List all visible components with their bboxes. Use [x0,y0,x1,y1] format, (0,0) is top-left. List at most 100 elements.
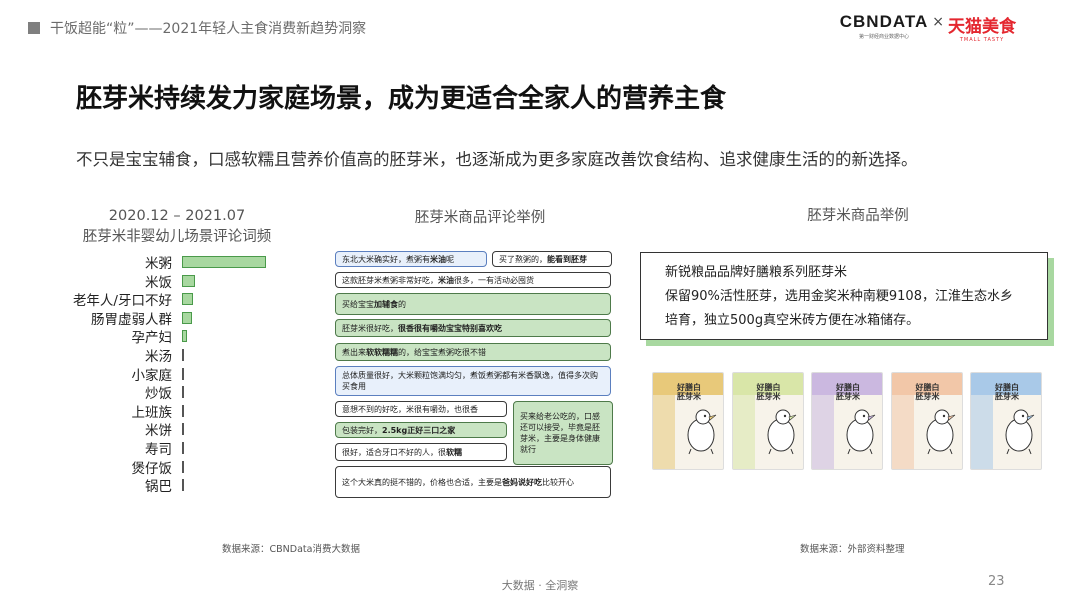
review-text: 包装完好， [342,425,382,435]
review-text: 买来给老公吃的，口感还可以接受，毕竟是胚芽米，主要是身体健康就行 [520,412,600,454]
page-number: 23 [988,574,1005,589]
product-package-title: 好膳白胚芽米 [836,383,860,401]
chart-bar [182,367,184,380]
chart-category-label: 米汤 [145,349,172,365]
review-highlight: 2.5kg正好三口之家 [382,425,456,435]
chart-category-label: 老年人/牙口不好 [72,293,172,310]
review-bubble: 胚芽米很好吃，很香很有嚼劲宝宝特别喜欢吃 [335,319,611,337]
review-text-tail: 的，给宝宝煮粥吃很不错 [398,347,486,357]
chart-bar [182,274,195,287]
review-highlight: 很香很有嚼劲宝宝特别喜欢吃 [398,323,502,333]
report-title: 干饭超能“粒”——2021年轻人主食消费新趋势洞察 [50,21,367,37]
tmall-logo: 天猫美食 TMALL TASTY [948,12,1016,43]
product-package-title: 好膳白胚芽米 [677,383,701,401]
review-bubble: 总体质量很好，大米颗粒饱满均匀，煮饭煮粥都有米香飘逸，值得多次购买食用 [335,366,611,396]
product-info-box: 新锐粮品品牌好膳粮系列胚芽米 保留90%活性胚芽，选用金奖米种南粳9108，江淮… [640,252,1048,340]
chart-title-line2: 胚芽米非婴幼儿场景评论词频 [82,229,272,245]
product-packages: 好膳白胚芽米 好膳白胚芽米 好膳白胚芽米 好膳白胚芽米 好膳白胚芽米 [652,372,1042,472]
product-package-title: 好膳白胚芽米 [756,383,781,401]
chart-category-label: 米饼 [145,423,172,440]
reviews-title: 胚芽米商品评论举例 [414,210,546,226]
review-text: 东北大米确实好，煮粥有 [342,254,430,264]
report-header: 干饭超能“粒”——2021年轻人主食消费新趋势洞察 [28,18,366,38]
bird-illustration-icon [687,409,717,455]
chart-bar-row: 肠胃虚弱人群 [60,309,272,328]
chart-bar [182,349,184,361]
review-text-tail: 很多，一有活动必囤货 [454,275,534,285]
review-text: 这个大米真的挺不错的，价格也合适，主要是 [342,477,502,487]
review-highlight: 爸妈说好吃 [502,477,542,487]
product-info-line1: 新锐粮品品牌好膳粮系列胚芽米 [665,265,848,280]
bird-illustration-icon [767,409,796,455]
review-text: 总体质量很好，大米颗粒饱满均匀，煮饭煮粥都有米香飘逸，值得多次购买食用 [342,371,598,391]
page-headline: 胚芽米持续发力家庭场景，成为更适合全家人的营养主食 [76,84,727,114]
chart-bar [182,423,184,436]
chart-bar-row: 小家庭 [60,365,272,384]
review-text: 买了熬粥的， [499,254,547,264]
review-highlight: 软糯 [446,447,462,457]
review-text: 这款胚芽米煮粥非常好吃， [342,275,438,285]
chart-bar [182,479,184,492]
review-bubble: 买了熬粥的，能看到胚芽 [492,251,612,267]
product-package-title: 好膳白胚芽米 [915,383,940,401]
chart-category-label: 米粥 [145,256,172,272]
footer-slogan: 大数据 · 全洞察 [501,579,579,592]
bird-illustration-icon [846,409,876,455]
chart-category-label: 孕产妇 [131,330,173,347]
review-text: 胚芽米很好吃， [342,323,398,333]
chart-bar [182,404,184,417]
review-highlight: 加辅食 [374,299,398,309]
source-right: 数据来源：外部资料整理 [800,544,905,555]
review-bubble: 很好，适合牙口不好的人，很软糯 [335,443,507,461]
review-highlight: 能看到胚芽 [547,254,587,264]
chart-bar-row: 寿司 [60,439,272,458]
review-bubble: 包装完好，2.5kg正好三口之家 [335,422,507,438]
review-text-tail: 呢 [446,254,454,264]
bird-illustration-icon [926,409,955,455]
review-bubble: 煮出来软软糯糯的，给宝宝煮粥吃很不错 [335,343,611,361]
chart-bar [182,460,184,473]
page-subheadline: 不只是宝宝辅食，口感软糯且营养价值高的胚芽米，也逐渐成为更多家庭改善饮食结构、追… [76,150,918,169]
chart-bar [182,442,184,454]
chart-category-label: 肠胃虚弱人群 [91,311,172,328]
chart-bar-row: 孕产妇 [60,327,272,347]
chart-bar [182,256,266,268]
cbndata-logo: CBNDATA 第一财经商业数据中心 [840,12,929,40]
chart-category-label: 小家庭 [131,367,173,384]
product-package-image: 好膳白胚芽米 [970,372,1042,470]
review-bubble: 买来给老公吃的，口感还可以接受，毕竟是胚芽米，主要是身体健康就行 [513,401,613,465]
brand-logos: CBNDATA 第一财经商业数据中心 × 天猫美食 TMALL TASTY [840,12,1016,43]
chart-category-label: 煲仔饭 [131,460,173,477]
chart-title-line1: 2020.12 – 2021.07 [108,208,246,224]
review-text: 意想不到的好吃，米很有嚼劲，也很香 [342,404,478,414]
product-package-title: 好膳白胚芽米 [995,383,1019,401]
chart-bar-row: 上班族 [60,402,272,421]
chart-bar-row: 米饼 [60,420,272,440]
product-package-image: 好膳白胚芽米 [811,372,883,470]
chart-title: 2020.12 – 2021.07 胚芽米非婴幼儿场景评论词频 [82,206,272,248]
product-info-line2: 保留90%活性胚芽，选用金奖米种南粳9108，江淮生态水乡 [665,289,1013,304]
chart-bar [182,293,193,306]
review-text-tail: 比较开心 [542,477,574,487]
review-text-tail: 的 [398,299,406,309]
product-info-line3: 培育，独立500g真空米砖方便在冰箱储存。 [665,313,920,328]
chart-bar-row: 炒饭 [60,383,272,403]
chart-bar-row: 锅巴 [60,476,272,495]
source-left: 数据来源：CBNData消费大数据 [222,544,360,555]
review-bubble: 这个大米真的挺不错的，价格也合适，主要是爸妈说好吃比较开心 [335,466,611,498]
chart-bar-row: 煲仔饭 [60,458,272,477]
products-title: 胚芽米商品举例 [807,208,909,224]
product-package-image: 好膳白胚芽米 [652,372,724,470]
product-package-image: 好膳白胚芽米 [731,372,804,470]
chart-bar-row: 米粥 [60,253,272,272]
review-bubble: 买给宝宝加辅食的 [335,293,611,315]
logo-separator: × [932,14,944,30]
review-highlight: 软软糯糯 [366,347,398,357]
chart-category-label: 上班族 [131,404,173,421]
review-highlight: 米油 [438,275,454,285]
chart-category-label: 炒饭 [145,386,172,403]
cbndata-logo-sub: 第一财经商业数据中心 [858,34,909,40]
tmall-logo-text: 天猫美食 [948,17,1016,37]
header-square-icon [28,22,40,34]
review-text: 很好，适合牙口不好的人，很 [342,447,446,457]
